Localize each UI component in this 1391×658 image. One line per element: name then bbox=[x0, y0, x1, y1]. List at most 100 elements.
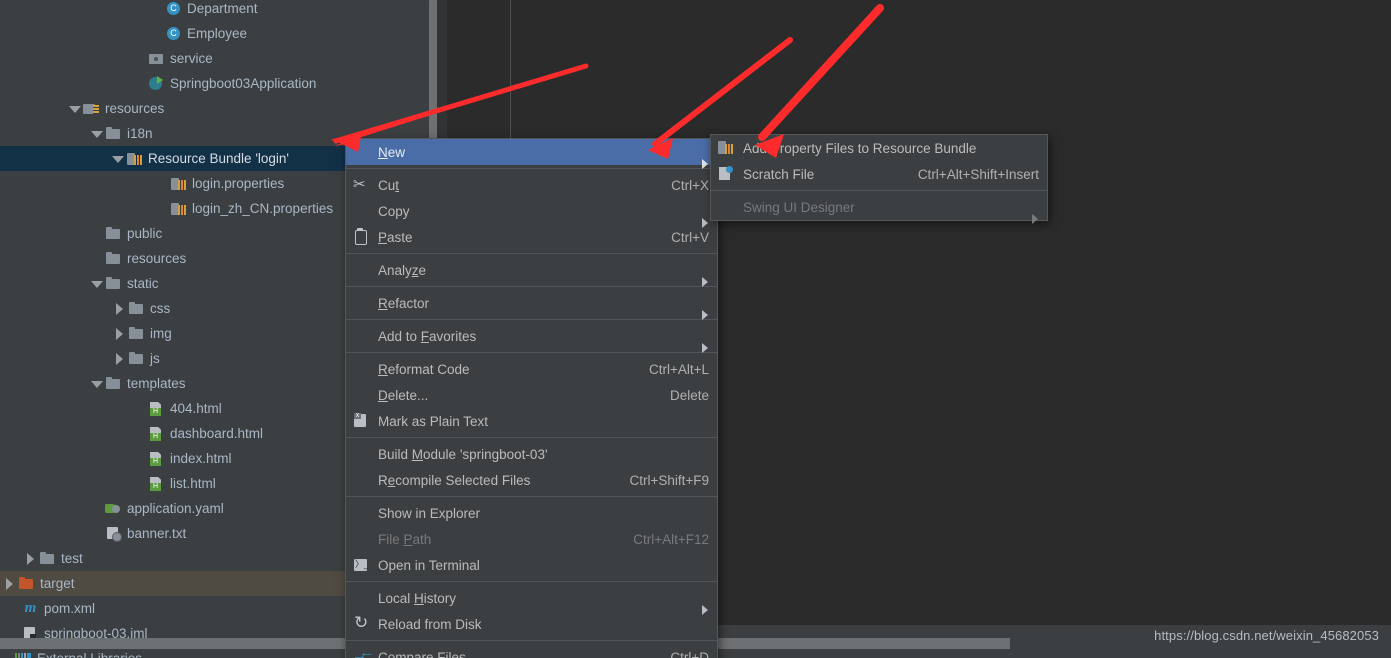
menu-separator bbox=[346, 168, 717, 169]
menu-item-shortcut: Ctrl+Alt+F12 bbox=[633, 531, 709, 547]
menu-item-reload-from-disk[interactable]: Reload from Disk bbox=[346, 611, 717, 637]
terminal-icon bbox=[351, 557, 373, 573]
tree-row[interactable]: Department bbox=[0, 0, 429, 21]
tree-row-label: img bbox=[150, 326, 172, 341]
folder-icon bbox=[105, 226, 122, 242]
chevron-right-icon[interactable] bbox=[113, 327, 126, 340]
menu-item-label: Paste bbox=[378, 229, 413, 245]
menu-item-label: Swing UI Designer bbox=[743, 199, 855, 215]
plain-text-icon bbox=[351, 413, 373, 429]
paste-icon bbox=[351, 228, 373, 245]
tree-row-label: static bbox=[127, 276, 159, 291]
menu-item-reformat-code[interactable]: Reformat Code Ctrl+Alt+L bbox=[346, 356, 717, 382]
html-file-icon bbox=[148, 451, 165, 467]
menu-item-show-in-explorer[interactable]: Show in Explorer bbox=[346, 500, 717, 526]
tree-row-label: i18n bbox=[127, 126, 153, 141]
menu-icon-placeholder bbox=[351, 590, 373, 606]
tree-row[interactable]: Springboot03Application bbox=[0, 71, 429, 96]
chevron-right-icon[interactable] bbox=[24, 552, 37, 565]
maven-icon bbox=[22, 600, 39, 617]
tree-twisty-spacer bbox=[7, 602, 20, 615]
tree-row-label: list.html bbox=[170, 476, 216, 491]
menu-item-copy[interactable]: Copy bbox=[346, 198, 717, 228]
menu-item-paste[interactable]: Paste Ctrl+V bbox=[346, 224, 717, 250]
cut-icon bbox=[351, 175, 373, 193]
tree-row-label: public bbox=[127, 226, 163, 241]
class-icon bbox=[165, 26, 182, 42]
tree-row-label: test bbox=[61, 551, 83, 566]
tree-row[interactable]: Employee bbox=[0, 21, 429, 46]
chevron-down-icon[interactable] bbox=[90, 127, 103, 140]
tree-twisty-spacer bbox=[90, 527, 103, 540]
menu-item-shortcut: Ctrl+D bbox=[670, 649, 709, 658]
menu-item-shortcut: Ctrl+Alt+Shift+Insert bbox=[917, 166, 1039, 182]
folder-icon bbox=[39, 551, 56, 567]
chevron-down-icon[interactable] bbox=[68, 102, 81, 115]
menu-separator bbox=[346, 437, 717, 438]
chevron-down-icon[interactable] bbox=[90, 277, 103, 290]
menu-icon-placeholder bbox=[351, 446, 373, 462]
menu-separator bbox=[346, 319, 717, 320]
menu-item-analyze[interactable]: Analyze bbox=[346, 257, 717, 287]
menu-item-label: Add Property Files to Resource Bundle bbox=[743, 140, 977, 156]
tree-twisty-spacer bbox=[90, 227, 103, 240]
menu-item-add-property-files-to-resource-bundle[interactable]: Add Property Files to Resource Bundle bbox=[711, 135, 1047, 161]
chevron-down-icon[interactable] bbox=[90, 377, 103, 390]
folder-icon bbox=[105, 126, 122, 142]
tree-row-label: resources bbox=[105, 101, 165, 116]
tree-twisty-spacer bbox=[0, 652, 13, 658]
menu-item-cut[interactable]: Cut Ctrl+X bbox=[346, 172, 717, 198]
menu-item-recompile-selected-files[interactable]: Recompile Selected Files Ctrl+Shift+F9 bbox=[346, 467, 717, 493]
chevron-right-icon[interactable] bbox=[3, 577, 16, 590]
menu-icon-placeholder bbox=[351, 531, 373, 547]
menu-item-label: Recompile Selected Files bbox=[378, 472, 531, 488]
tree-twisty-spacer bbox=[155, 177, 168, 190]
menu-icon-placeholder bbox=[351, 295, 373, 311]
tree-row-label: login.properties bbox=[192, 176, 285, 191]
menu-item-scratch-file[interactable]: Scratch File Ctrl+Alt+Shift+Insert bbox=[711, 161, 1047, 187]
menu-item-compare-files[interactable]: Compare Files Ctrl+D bbox=[346, 644, 717, 658]
html-file-icon bbox=[148, 476, 165, 492]
menu-item-label: Scratch File bbox=[743, 166, 815, 182]
menu-icon-placeholder bbox=[351, 262, 373, 278]
menu-separator bbox=[346, 640, 717, 641]
tree-twisty-spacer bbox=[90, 502, 103, 515]
menu-separator bbox=[346, 352, 717, 353]
menu-item-refactor[interactable]: Refactor bbox=[346, 290, 717, 320]
menu-separator bbox=[711, 190, 1047, 191]
menu-icon-placeholder bbox=[351, 387, 373, 403]
chevron-right-icon[interactable] bbox=[113, 302, 126, 315]
chevron-down-icon[interactable] bbox=[111, 152, 124, 165]
menu-separator bbox=[346, 253, 717, 254]
tree-row-label: dashboard.html bbox=[170, 426, 264, 441]
menu-item-shortcut: Ctrl+V bbox=[671, 229, 709, 245]
menu-item-label: Build Module 'springboot-03' bbox=[378, 446, 548, 462]
menu-item-swing-ui-designer: Swing UI Designer bbox=[711, 194, 1047, 224]
tree-twisty-spacer bbox=[90, 252, 103, 265]
menu-item-label: Compare Files bbox=[378, 649, 466, 658]
context-menu[interactable]: New Cut Ctrl+X Copy Paste Ctrl+V Analyze Refact… bbox=[345, 138, 718, 658]
folder-icon bbox=[128, 301, 145, 317]
menu-item-new[interactable]: New bbox=[346, 139, 717, 169]
menu-item-mark-as-plain-text[interactable]: Mark as Plain Text bbox=[346, 408, 717, 434]
tree-row-label: Employee bbox=[187, 26, 248, 41]
text-file-icon bbox=[105, 526, 122, 542]
tree-row-label: banner.txt bbox=[127, 526, 187, 541]
tree-row[interactable]: service bbox=[0, 46, 429, 71]
new-submenu[interactable]: Add Property Files to Resource Bundle Scr… bbox=[710, 134, 1048, 224]
menu-item-label: Analyze bbox=[378, 262, 427, 278]
scratch-file-icon bbox=[716, 166, 738, 182]
menu-item-label: Show in Explorer bbox=[378, 505, 481, 521]
menu-item-delete[interactable]: Delete... Delete bbox=[346, 382, 717, 408]
chevron-right-icon[interactable] bbox=[113, 352, 126, 365]
menu-item-open-in-terminal[interactable]: Open in Terminal bbox=[346, 552, 717, 578]
tree-row-label: 404.html bbox=[170, 401, 222, 416]
tree-row-label: login_zh_CN.properties bbox=[192, 201, 334, 216]
menu-item-build-module-springboot-03[interactable]: Build Module 'springboot-03' bbox=[346, 441, 717, 467]
tree-row-label: Springboot03Application bbox=[170, 76, 317, 91]
menu-item-add-to-favorites[interactable]: Add to Favorites bbox=[346, 323, 717, 353]
tree-row[interactable]: resources bbox=[0, 96, 429, 121]
menu-item-file-path: File Path Ctrl+Alt+F12 bbox=[346, 526, 717, 552]
class-icon bbox=[165, 1, 182, 17]
menu-item-local-history[interactable]: Local History bbox=[346, 585, 717, 615]
